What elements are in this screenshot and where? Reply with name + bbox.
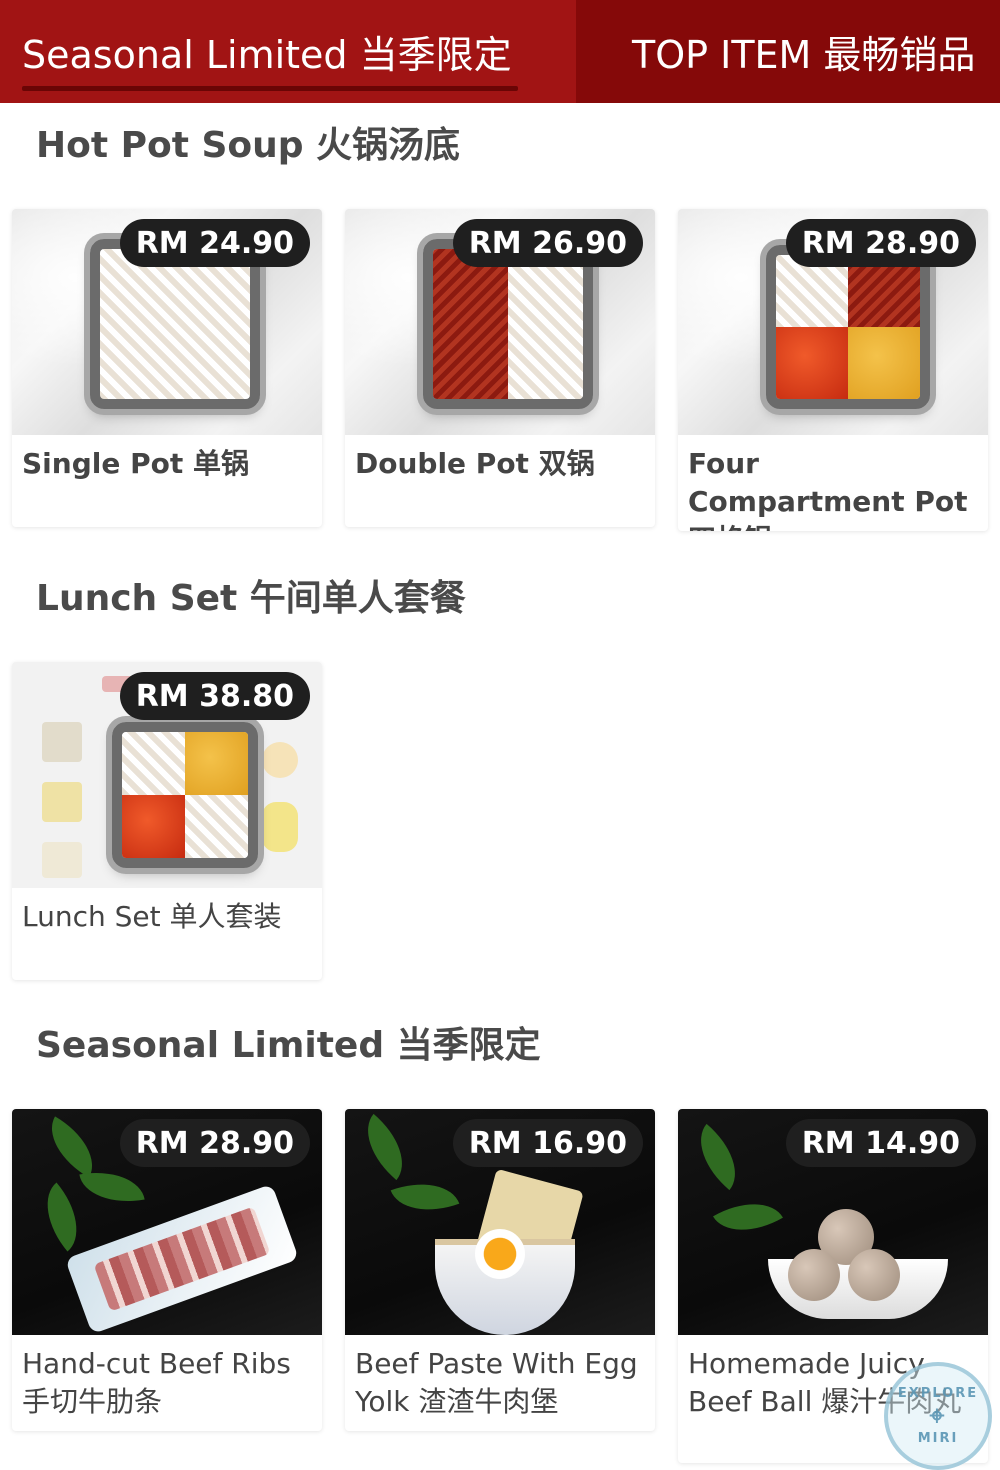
menu-item-lunch-set[interactable]: RM 38.80 Lunch Set 单人套装 — [12, 662, 322, 980]
menu-item-single-pot[interactable]: RM 24.90 Single Pot 单锅 — [12, 209, 322, 527]
price-badge: RM 38.80 — [119, 672, 310, 720]
watermark-top-text: EXPLORE — [897, 1386, 979, 1401]
menu-item-four-compartment-pot[interactable]: RM 28.90 Four Compartment Pot 四格锅 — [678, 209, 988, 531]
watermark-bottom-text: MIRI — [917, 1431, 959, 1446]
category-tab-bar: Seasonal Limited 当季限定 TOP ITEM 最畅销品 — [0, 0, 1000, 103]
four-compartment-pot-image: RM 28.90 — [678, 209, 988, 435]
price-badge: RM 28.90 — [119, 1119, 310, 1167]
item-name: Single Pot 单锅 — [22, 447, 249, 480]
menu-item-beef-paste-egg-yolk[interactable]: RM 16.90 Beef Paste With Egg Yolk 渣渣牛肉堡 — [345, 1109, 655, 1431]
double-pot-image: RM 26.90 — [345, 209, 655, 435]
menu-item-beef-ribs[interactable]: RM 28.90 Hand-cut Beef Ribs 手切牛肋条 — [12, 1109, 322, 1431]
tab-seasonal-limited[interactable]: Seasonal Limited 当季限定 — [0, 0, 576, 103]
item-name: Four Compartment Pot 四格锅 — [688, 447, 968, 531]
section-title-seasonal: Seasonal Limited 当季限定 — [36, 1025, 541, 1066]
explore-miri-watermark: EXPLORE ⌖ MIRI — [884, 1362, 992, 1470]
price-badge: RM 26.90 — [452, 219, 643, 267]
price-badge: RM 14.90 — [785, 1119, 976, 1167]
item-name: Beef Paste With Egg Yolk 渣渣牛肉堡 — [355, 1347, 638, 1418]
single-pot-image: RM 24.90 — [12, 209, 322, 435]
active-tab-indicator — [22, 86, 518, 91]
item-name: Lunch Set 单人套装 — [22, 900, 282, 933]
tab-seasonal-limited-label: Seasonal Limited 当季限定 — [22, 33, 512, 77]
price-badge: RM 16.90 — [452, 1119, 643, 1167]
menu-item-double-pot[interactable]: RM 26.90 Double Pot 双锅 — [345, 209, 655, 527]
item-name: Double Pot 双锅 — [355, 447, 595, 480]
tab-top-item[interactable]: TOP ITEM 最畅销品 — [576, 0, 1000, 103]
price-badge: RM 28.90 — [785, 219, 976, 267]
tab-top-item-label: TOP ITEM 最畅销品 — [632, 33, 976, 77]
lunch-set-image: RM 38.80 — [12, 662, 322, 888]
beef-ball-image: RM 14.90 — [678, 1109, 988, 1335]
item-name: Hand-cut Beef Ribs 手切牛肋条 — [22, 1347, 291, 1418]
section-title-lunch: Lunch Set 午间单人套餐 — [36, 578, 466, 619]
pin-icon: ⌖ — [929, 1401, 947, 1431]
section-title-hotpot: Hot Pot Soup 火锅汤底 — [36, 125, 461, 166]
beef-ribs-image: RM 28.90 — [12, 1109, 322, 1335]
price-badge: RM 24.90 — [119, 219, 310, 267]
beef-paste-image: RM 16.90 — [345, 1109, 655, 1335]
